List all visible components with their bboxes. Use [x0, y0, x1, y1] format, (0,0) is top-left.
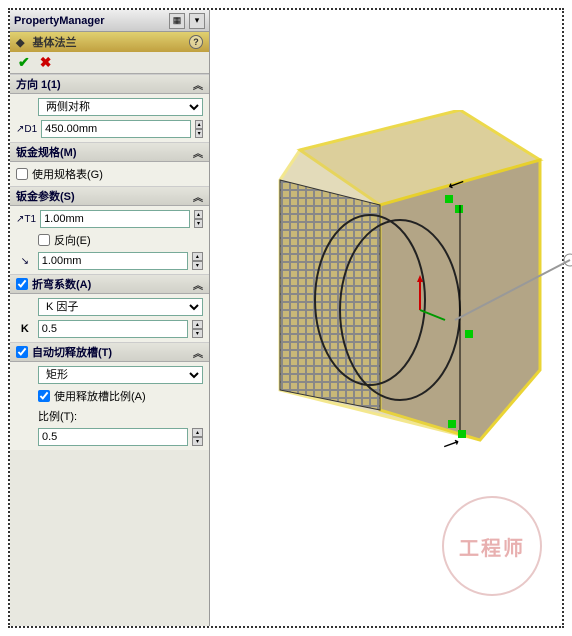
k-spinner[interactable]: ▴▾ [192, 320, 203, 338]
chevron-up-icon: ︽ [193, 145, 203, 160]
feature-title-bar: ◆ 基体法兰 ? [10, 32, 209, 52]
svg-text:⟶: ⟶ [442, 436, 461, 453]
ok-button[interactable]: ✔ [18, 54, 30, 71]
k-factor-input[interactable] [38, 320, 188, 338]
chevron-up-icon: ︽ [193, 345, 203, 360]
section-relief[interactable]: 自动切释放槽(T) ︽ [10, 342, 209, 362]
chevron-up-icon: ︽ [193, 277, 203, 292]
pm-header: PropertyManager ▦ ▾ [10, 10, 209, 32]
use-gauge-table-checkbox[interactable] [16, 168, 28, 180]
model-render: ⟵ ⟶ [250, 110, 572, 490]
radius-input[interactable] [38, 252, 188, 270]
end-condition-select[interactable]: 两侧对称 [38, 98, 203, 116]
depth-icon: ↗D1 [16, 124, 37, 135]
k-label: K [16, 323, 34, 335]
section-gauge[interactable]: 钣金规格(M)︽ [10, 142, 209, 162]
chevron-up-icon: ︽ [193, 77, 203, 92]
ratio-spinner[interactable]: ▴▾ [192, 428, 203, 446]
base-flange-icon: ◆ [16, 36, 24, 49]
thickness-icon: ↗T1 [16, 214, 36, 225]
chevron-up-icon: ︽ [193, 189, 203, 204]
section-params[interactable]: 钣金参数(S)︽ [10, 186, 209, 206]
thickness-spinner[interactable]: ▴▾ [194, 210, 203, 228]
use-relief-ratio-checkbox[interactable] [38, 390, 50, 402]
relief-ratio-input[interactable] [38, 428, 188, 446]
confirm-bar: ✔ ✖ [10, 52, 209, 74]
auto-relief-checkbox[interactable] [16, 346, 28, 358]
header-btn-1[interactable]: ▦ [169, 13, 185, 29]
ratio-label: 比例(T): [38, 408, 203, 424]
cancel-button[interactable]: ✖ [40, 54, 52, 71]
radius-icon: ↘ [16, 256, 34, 267]
help-icon[interactable]: ? [189, 35, 203, 49]
bend-allowance-checkbox[interactable] [16, 278, 28, 290]
pm-title: PropertyManager [14, 15, 165, 27]
thickness-input[interactable] [40, 210, 190, 228]
depth-spinner[interactable]: ▴▾ [195, 120, 203, 138]
reverse-checkbox[interactable] [38, 234, 50, 246]
relief-type-select[interactable]: 矩形 [38, 366, 203, 384]
section-direction[interactable]: 方向 1(1)︽ [10, 74, 209, 94]
feature-name: 基体法兰 [32, 34, 76, 50]
property-manager-panel: PropertyManager ▦ ▾ ◆ 基体法兰 ? ✔ ✖ 方向 1(1)… [10, 10, 210, 626]
bend-type-select[interactable]: K 因子 [38, 298, 203, 316]
radius-spinner[interactable]: ▴▾ [192, 252, 203, 270]
watermark: 工程师 [442, 496, 542, 596]
depth-input[interactable] [41, 120, 191, 138]
graphics-viewport[interactable]: ⟵ ⟶ 工程师 [210, 10, 562, 626]
header-btn-2[interactable]: ▾ [189, 13, 205, 29]
section-bend[interactable]: 折弯系数(A) ︽ [10, 274, 209, 294]
